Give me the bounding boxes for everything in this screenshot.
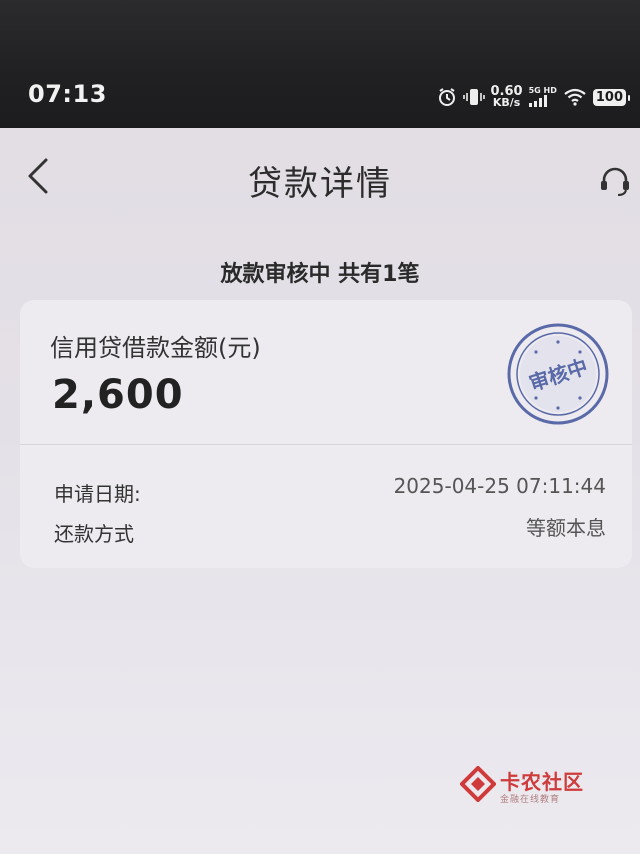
apply-date-label: 申请日期: [54, 482, 141, 506]
network-speed: 0.60 KB/s [491, 85, 523, 109]
app-screen: 贷款详情 放款审核中 共有1笔 信用贷借款金额(元) 2,600 审核中 申请日… [0, 128, 640, 854]
amount-value: 2,600 [52, 372, 184, 418]
battery-level: 100 [592, 88, 631, 106]
review-stamp: 审核中 [507, 323, 609, 425]
repayment-method-label: 还款方式 [54, 522, 134, 546]
apply-date-value: 2025-04-25 07:11:44 [393, 474, 606, 498]
loan-card[interactable]: 信用贷借款金额(元) 2,600 审核中 申请日期: 2025-04-25 07… [20, 300, 632, 568]
phone-bezel: 07:13 0.60 KB/s 5G HD 100 [0, 0, 640, 130]
page-title: 贷款详情 [248, 164, 392, 204]
repayment-method-value: 等额本息 [526, 516, 606, 540]
watermark-title: 卡农社区 [500, 770, 584, 794]
network-type: 5G HD [528, 86, 557, 107]
status-bar: 07:13 0.60 KB/s 5G HD 100 [0, 72, 640, 120]
customer-service-button[interactable] [598, 164, 632, 198]
headset-icon [601, 167, 629, 196]
watermark-subtitle: 金融在线教育 [500, 795, 561, 805]
amount-label: 信用贷借款金额(元) [50, 334, 261, 362]
status-icons: 0.60 KB/s 5G HD 100 [437, 85, 631, 109]
wifi-icon [564, 88, 586, 106]
card-divider [20, 444, 632, 445]
nav-bar: 贷款详情 [0, 128, 640, 224]
alarm-icon [438, 88, 455, 106]
watermark: 卡农社区 金融在线教育 [460, 764, 620, 808]
loan-summary: 放款审核中 共有1笔 [220, 262, 420, 287]
status-time: 07:13 [28, 80, 107, 108]
vibrate-icon [462, 89, 485, 105]
network-type-label: 5G HD [528, 86, 557, 95]
kanong-logo-icon [460, 766, 496, 802]
network-speed-unit: KB/s [492, 96, 521, 109]
signal-icon [528, 95, 547, 107]
